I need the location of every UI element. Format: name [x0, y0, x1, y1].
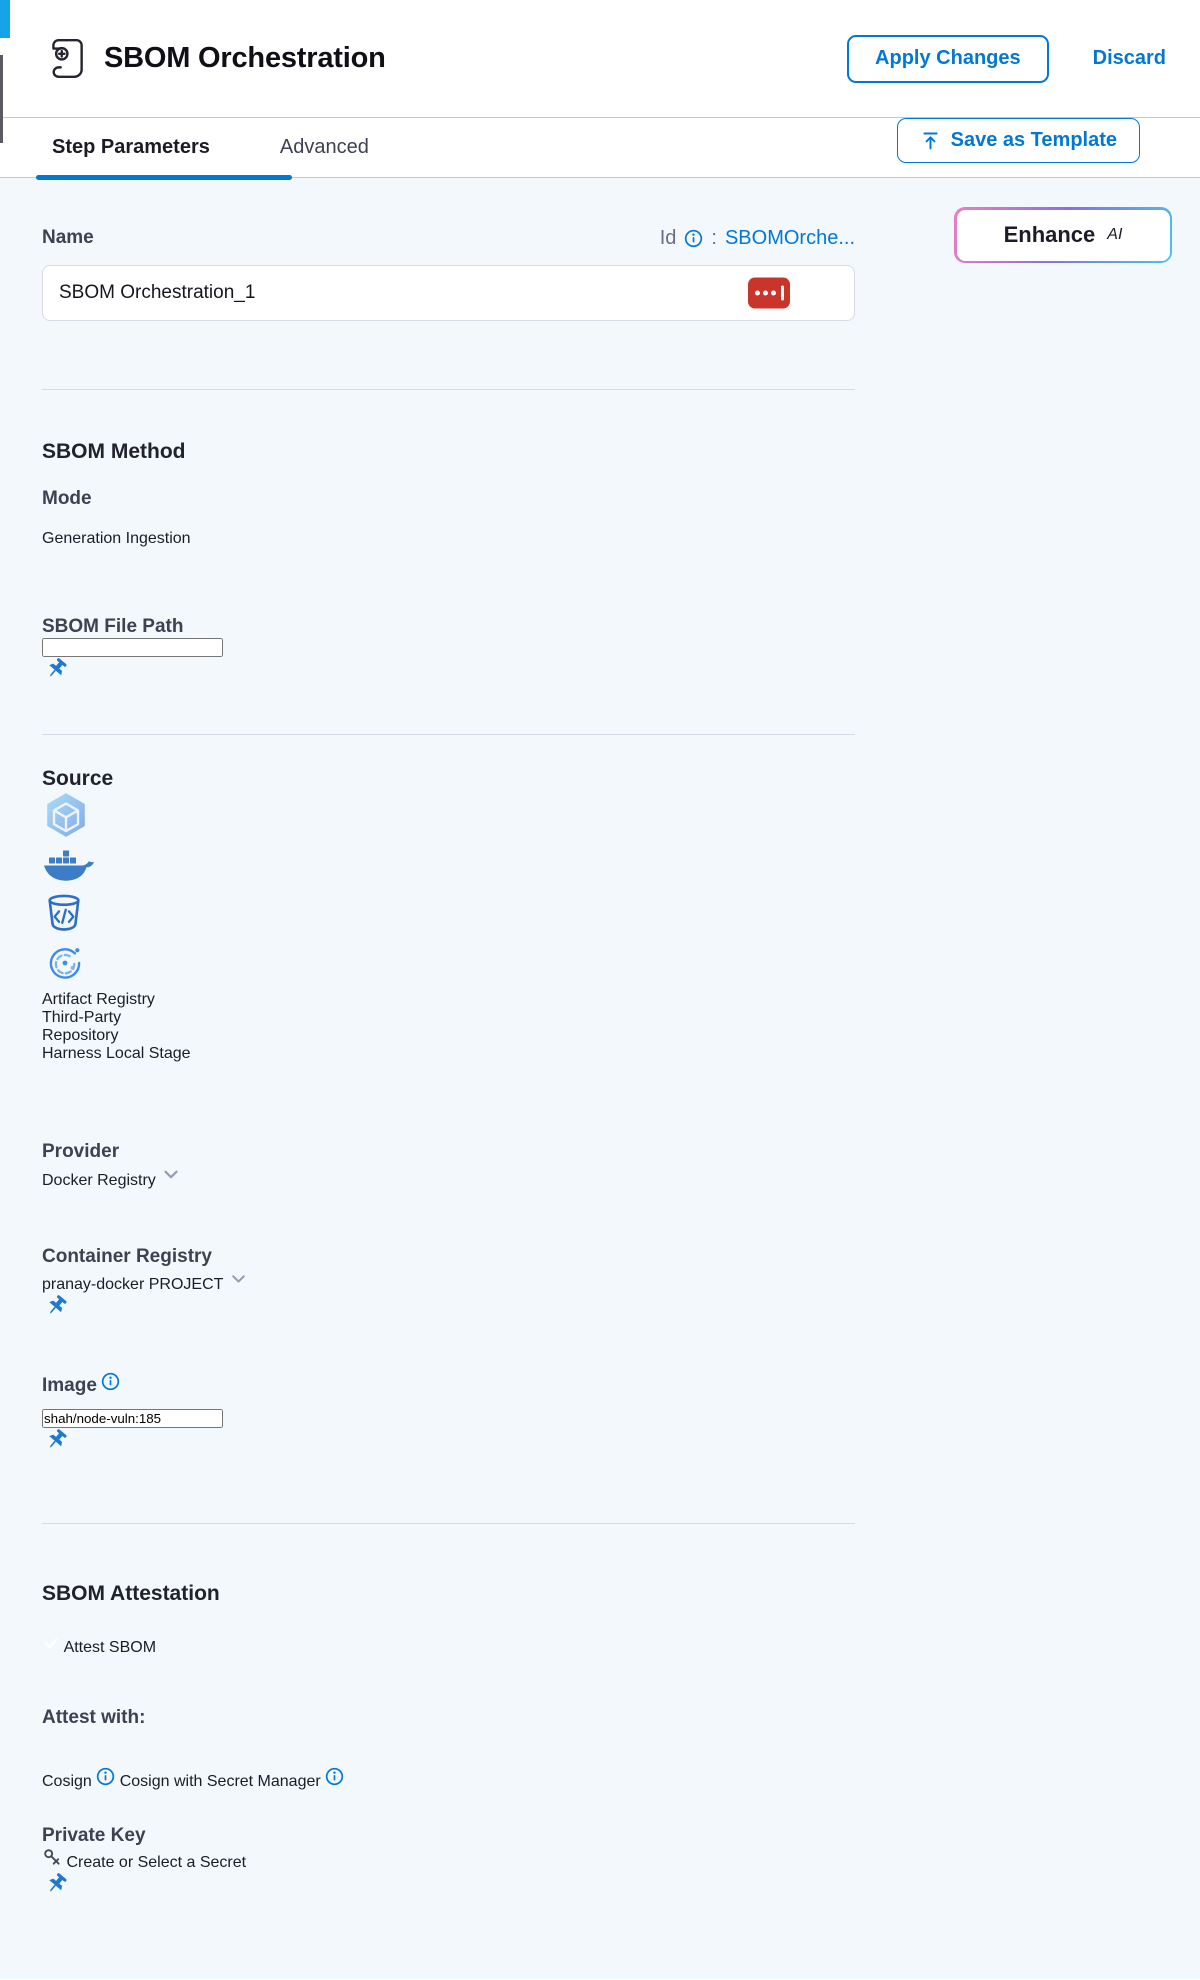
card-label-harness-local-stage: Harness Local Stage	[42, 1045, 1200, 1063]
sbom-file-path-label: SBOM File Path	[42, 616, 855, 638]
attest-option-cosign[interactable]: Cosign	[42, 1773, 120, 1790]
sbom-orchestration-panel: SBOM Orchestration Apply Changes Discard…	[0, 0, 1200, 1980]
attest-option-cosign-secret-manager[interactable]: Cosign with Secret Manager	[120, 1773, 344, 1790]
orbit-icon	[42, 940, 88, 986]
step-parameters-form: Enhance AI Name Id : SBOMOrche...	[0, 178, 1200, 1979]
image-input[interactable]	[42, 1409, 223, 1428]
sbom-scroll-icon	[46, 36, 88, 82]
enhance-label: Enhance	[1004, 222, 1096, 248]
id-label: Id	[660, 227, 677, 250]
divider	[42, 1523, 855, 1524]
discard-button[interactable]: Discard	[1093, 47, 1166, 70]
attest-sbom-label: Attest SBOM	[64, 1639, 156, 1656]
upload-icon	[920, 130, 941, 151]
ai-badge-icon: AI	[1107, 226, 1122, 244]
name-label: Name	[42, 227, 94, 249]
container-registry-value[interactable]: pranay-docker	[42, 1276, 144, 1293]
source-heading: Source	[42, 767, 855, 791]
image-label: Image	[42, 1375, 97, 1396]
checkbox-checked-icon[interactable]	[42, 1639, 64, 1656]
code-bucket-icon	[42, 891, 86, 935]
divider	[42, 734, 855, 735]
container-registry-field: pranay-docker PROJECT	[42, 1268, 855, 1328]
tab-bar: Step Parameters Advanced Save as Templat…	[0, 117, 1200, 178]
chevron-down-icon[interactable]	[228, 1268, 249, 1289]
id-colon: :	[711, 227, 717, 250]
private-key-placeholder: Create or Select a Secret	[66, 1854, 246, 1871]
pin-icon[interactable]	[42, 672, 70, 689]
source-card-harness-local-stage[interactable]	[42, 940, 1200, 991]
provider-value: Docker Registry	[42, 1172, 156, 1189]
scope-badge: PROJECT	[149, 1276, 223, 1293]
mode-option-ingestion[interactable]: Ingestion	[126, 530, 191, 547]
info-icon[interactable]	[684, 229, 703, 248]
source-card-artifact-registry[interactable]	[42, 791, 1200, 844]
mode-label: Mode	[42, 488, 855, 510]
attest-with-radio-group: Cosign Cosign with Secret Manager	[42, 1767, 855, 1791]
left-edge-divider	[0, 55, 3, 143]
mode-option-generation[interactable]: Generation	[42, 530, 126, 547]
tab-step-parameters[interactable]: Step Parameters	[52, 136, 210, 159]
sbom-file-path-field	[42, 638, 855, 690]
sbom-file-path-input[interactable]	[42, 638, 223, 657]
sbom-attestation-heading: SBOM Attestation	[42, 1582, 855, 1606]
name-input[interactable]	[42, 265, 855, 321]
left-edge-accent	[0, 0, 10, 38]
source-card-repository[interactable]	[42, 891, 1200, 940]
pin-icon[interactable]	[42, 1309, 70, 1326]
source-card-labels: Artifact Registry Third-Party Repository…	[42, 991, 1200, 1063]
step-id: Id : SBOMOrche...	[660, 227, 855, 250]
attest-with-label: Attest with:	[42, 1707, 855, 1729]
key-icon	[42, 1847, 62, 1867]
mode-radio-group: Generation Ingestion	[42, 530, 855, 548]
docker-whale-icon	[42, 844, 94, 886]
card-label-third-party: Third-Party	[42, 1009, 1200, 1027]
active-tab-underline	[36, 175, 292, 180]
attest-sbom-checkbox-row[interactable]: Attest SBOM	[42, 1634, 855, 1657]
container-registry-label: Container Registry	[42, 1246, 855, 1268]
card-label-artifact-registry: Artifact Registry	[42, 991, 1200, 1009]
tab-advanced[interactable]: Advanced	[280, 136, 369, 159]
id-value[interactable]: SBOMOrche...	[725, 227, 855, 250]
chevron-down-icon	[160, 1163, 182, 1185]
pin-icon[interactable]	[42, 1887, 70, 1904]
save-as-template-button[interactable]: Save as Template	[897, 118, 1140, 163]
cube-icon	[42, 791, 90, 839]
image-field	[42, 1409, 855, 1469]
card-label-repository: Repository	[42, 1027, 1200, 1045]
info-icon[interactable]	[96, 1767, 115, 1786]
apply-changes-button[interactable]: Apply Changes	[847, 35, 1049, 83]
panel-header: SBOM Orchestration Apply Changes Discard	[0, 0, 1200, 117]
provider-label: Provider	[42, 1141, 855, 1163]
source-card-third-party[interactable]	[42, 844, 1200, 891]
sbom-method-heading: SBOM Method	[42, 440, 855, 464]
private-key-label: Private Key	[42, 1825, 855, 1847]
pin-icon[interactable]	[42, 1443, 70, 1460]
private-key-field[interactable]: Create or Select a Secret	[42, 1847, 855, 1905]
enhance-ai-button[interactable]: Enhance AI	[954, 207, 1172, 263]
source-card-group	[42, 791, 1200, 991]
save-as-template-label: Save as Template	[951, 129, 1117, 152]
info-icon[interactable]	[101, 1372, 120, 1391]
divider	[42, 389, 855, 390]
input-type-fixed-icon[interactable]	[748, 278, 790, 309]
page-title: SBOM Orchestration	[104, 42, 847, 75]
info-icon[interactable]	[325, 1767, 344, 1786]
provider-select[interactable]: Docker Registry	[42, 1163, 855, 1190]
